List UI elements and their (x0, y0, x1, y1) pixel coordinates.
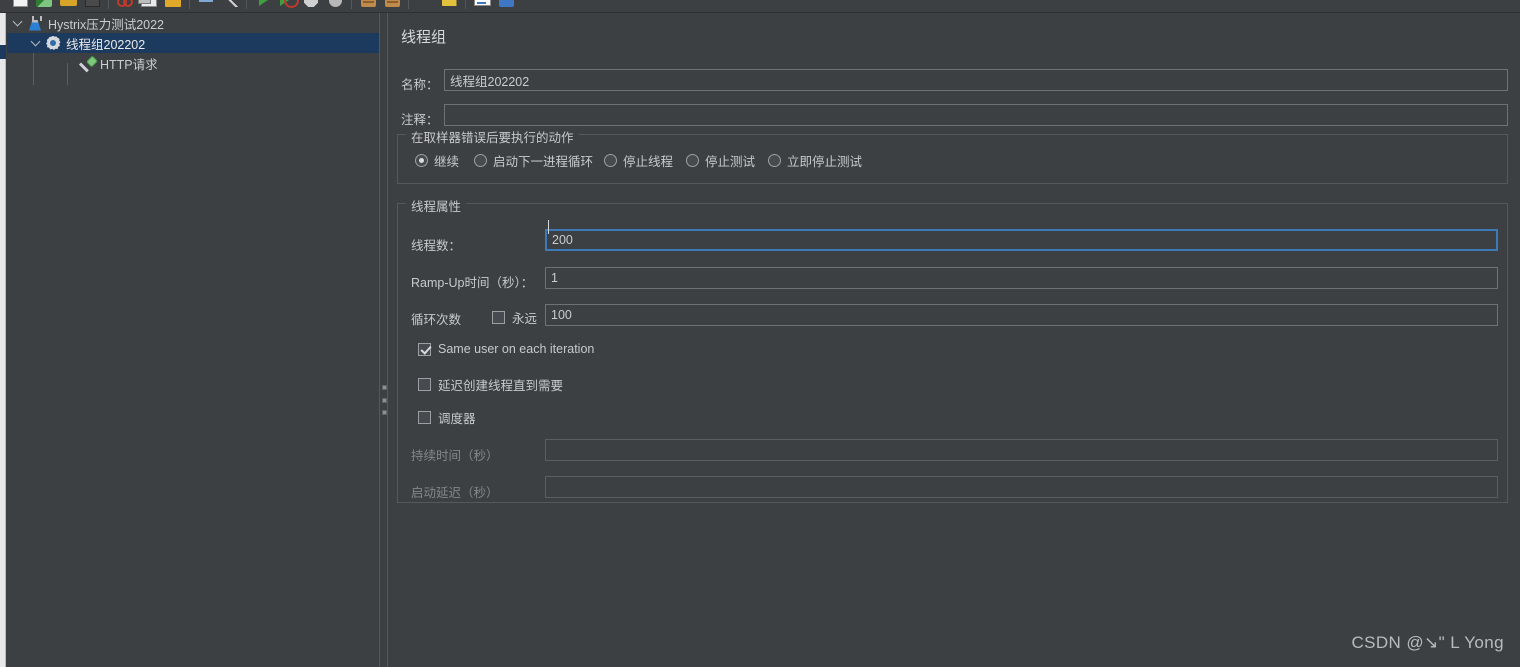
jmeter-window: Hystrix压力测试2022 线程组202202 HTTP请求 线程组 名称：… (0, 0, 1520, 667)
delayed-start-checkbox[interactable]: 延迟创建线程直到需要 (418, 375, 563, 394)
pipette-icon (77, 53, 97, 73)
loop-count-input[interactable] (545, 304, 1498, 326)
delayed-start-label: 延迟创建线程直到需要 (438, 379, 564, 393)
name-label: 名称： (401, 78, 439, 92)
ramp-up-label: Ramp-Up时间（秒）： (411, 276, 534, 290)
template-icon[interactable] (32, 0, 56, 11)
thread-properties-group-title: 线程属性 (406, 196, 467, 215)
copy-icon[interactable] (137, 0, 161, 11)
watermark-text: CSDN @↘" L Yong (1351, 633, 1504, 652)
toolbar-separator (185, 0, 194, 11)
radio-stop-thread[interactable]: 停止线程 (604, 151, 673, 170)
radio-indicator[interactable] (415, 154, 428, 167)
comment-input[interactable] (444, 104, 1508, 126)
ramp-up-input[interactable] (545, 267, 1498, 289)
toolbar-separator (104, 0, 113, 11)
error-action-group-title: 在取样器错误后要执行的动作 (406, 127, 579, 146)
open-icon[interactable] (56, 0, 80, 11)
radio-start-next-loop[interactable]: 启动下一进程循环 (474, 151, 593, 170)
stop-icon[interactable] (299, 0, 323, 11)
toolbar-separator (242, 0, 251, 11)
checkbox-indicator[interactable] (492, 311, 505, 324)
radio-label: 立即停止测试 (787, 155, 863, 169)
gutter-active-tab[interactable] (0, 45, 6, 59)
chevron-down-icon[interactable] (9, 13, 25, 33)
clear-icon[interactable] (356, 0, 380, 11)
panel-splitter[interactable] (379, 13, 388, 667)
name-input[interactable] (444, 69, 1508, 91)
paste-icon[interactable] (161, 0, 185, 11)
radio-label: 继续 (434, 155, 460, 169)
radio-label: 启动下一进程循环 (493, 155, 594, 169)
splitter-grip[interactable] (382, 385, 387, 415)
start-no-pauses-icon[interactable] (275, 0, 299, 11)
chevron-down-icon[interactable] (27, 33, 43, 53)
toolbar-separator (461, 0, 470, 11)
radio-label: 停止测试 (705, 155, 756, 169)
same-user-label: Same user on each iteration (438, 342, 595, 356)
tree-node-label: Hystrix压力测试2022 (48, 17, 164, 32)
startup-delay-input (545, 476, 1498, 498)
tree-node-label: 线程组202202 (66, 37, 146, 52)
radio-stop-test-now[interactable]: 立即停止测试 (768, 151, 862, 170)
gear-icon (43, 33, 63, 53)
comment-label: 注释： (401, 113, 439, 127)
num-threads-label: 线程数： (411, 239, 462, 253)
toolbar-separator (404, 0, 413, 11)
expand-collapse-icon[interactable] (194, 0, 218, 11)
cut-icon[interactable] (113, 0, 137, 11)
save-icon[interactable] (80, 0, 104, 11)
loop-count-label: 循环次数 (411, 313, 462, 327)
shutdown-icon[interactable] (323, 0, 347, 11)
new-file-icon[interactable] (8, 0, 32, 11)
checkbox-indicator[interactable] (418, 411, 431, 424)
thread-group-config-panel: 线程组 名称： 注释： 在取样器错误后要执行的动作 继续 启动下一进程循环 停止… (389, 13, 1520, 667)
radio-indicator[interactable] (604, 154, 617, 167)
checkbox-indicator[interactable] (418, 342, 431, 356)
num-threads-input[interactable] (545, 229, 1498, 251)
radio-indicator[interactable] (768, 154, 781, 167)
text-caret (548, 220, 549, 234)
log-viewer-icon[interactable] (470, 0, 494, 11)
add-icon[interactable] (494, 0, 518, 11)
page-title: 线程组 (401, 29, 447, 46)
toolbar-separator (347, 0, 356, 11)
left-collapsed-gutter[interactable] (0, 13, 6, 667)
scheduler-label: 调度器 (438, 412, 476, 426)
radio-label: 停止线程 (623, 155, 674, 169)
toggle-icon[interactable] (218, 0, 242, 11)
flask-icon (25, 13, 45, 33)
tree-node-test-plan[interactable]: Hystrix压力测试2022 (7, 13, 379, 33)
clear-all-icon[interactable] (380, 0, 404, 11)
tree-node-label: HTTP请求 (100, 57, 158, 72)
test-plan-tree: Hystrix压力测试2022 线程组202202 HTTP请求 (7, 13, 379, 667)
same-user-checkbox[interactable]: Same user on each iteration (418, 342, 594, 356)
duration-input (545, 439, 1498, 461)
forever-checkbox[interactable]: 永远 (492, 308, 537, 327)
radio-stop-test[interactable]: 停止测试 (686, 151, 755, 170)
main-toolbar (0, 0, 1520, 13)
forever-label: 永远 (512, 312, 538, 326)
duration-label: 持续时间（秒） (411, 449, 499, 463)
radio-indicator[interactable] (686, 154, 699, 167)
tree-node-thread-group[interactable]: 线程组202202 (7, 33, 379, 53)
search-dots-icon[interactable] (413, 0, 437, 11)
function-helper-icon[interactable] (437, 0, 461, 11)
start-icon[interactable] (251, 0, 275, 11)
radio-indicator[interactable] (474, 154, 487, 167)
scheduler-checkbox[interactable]: 调度器 (418, 408, 476, 427)
tree-node-http-request[interactable]: HTTP请求 (7, 53, 379, 73)
radio-continue[interactable]: 继续 (415, 151, 459, 170)
startup-delay-label: 启动延迟（秒） (411, 486, 499, 500)
checkbox-indicator[interactable] (418, 378, 431, 391)
